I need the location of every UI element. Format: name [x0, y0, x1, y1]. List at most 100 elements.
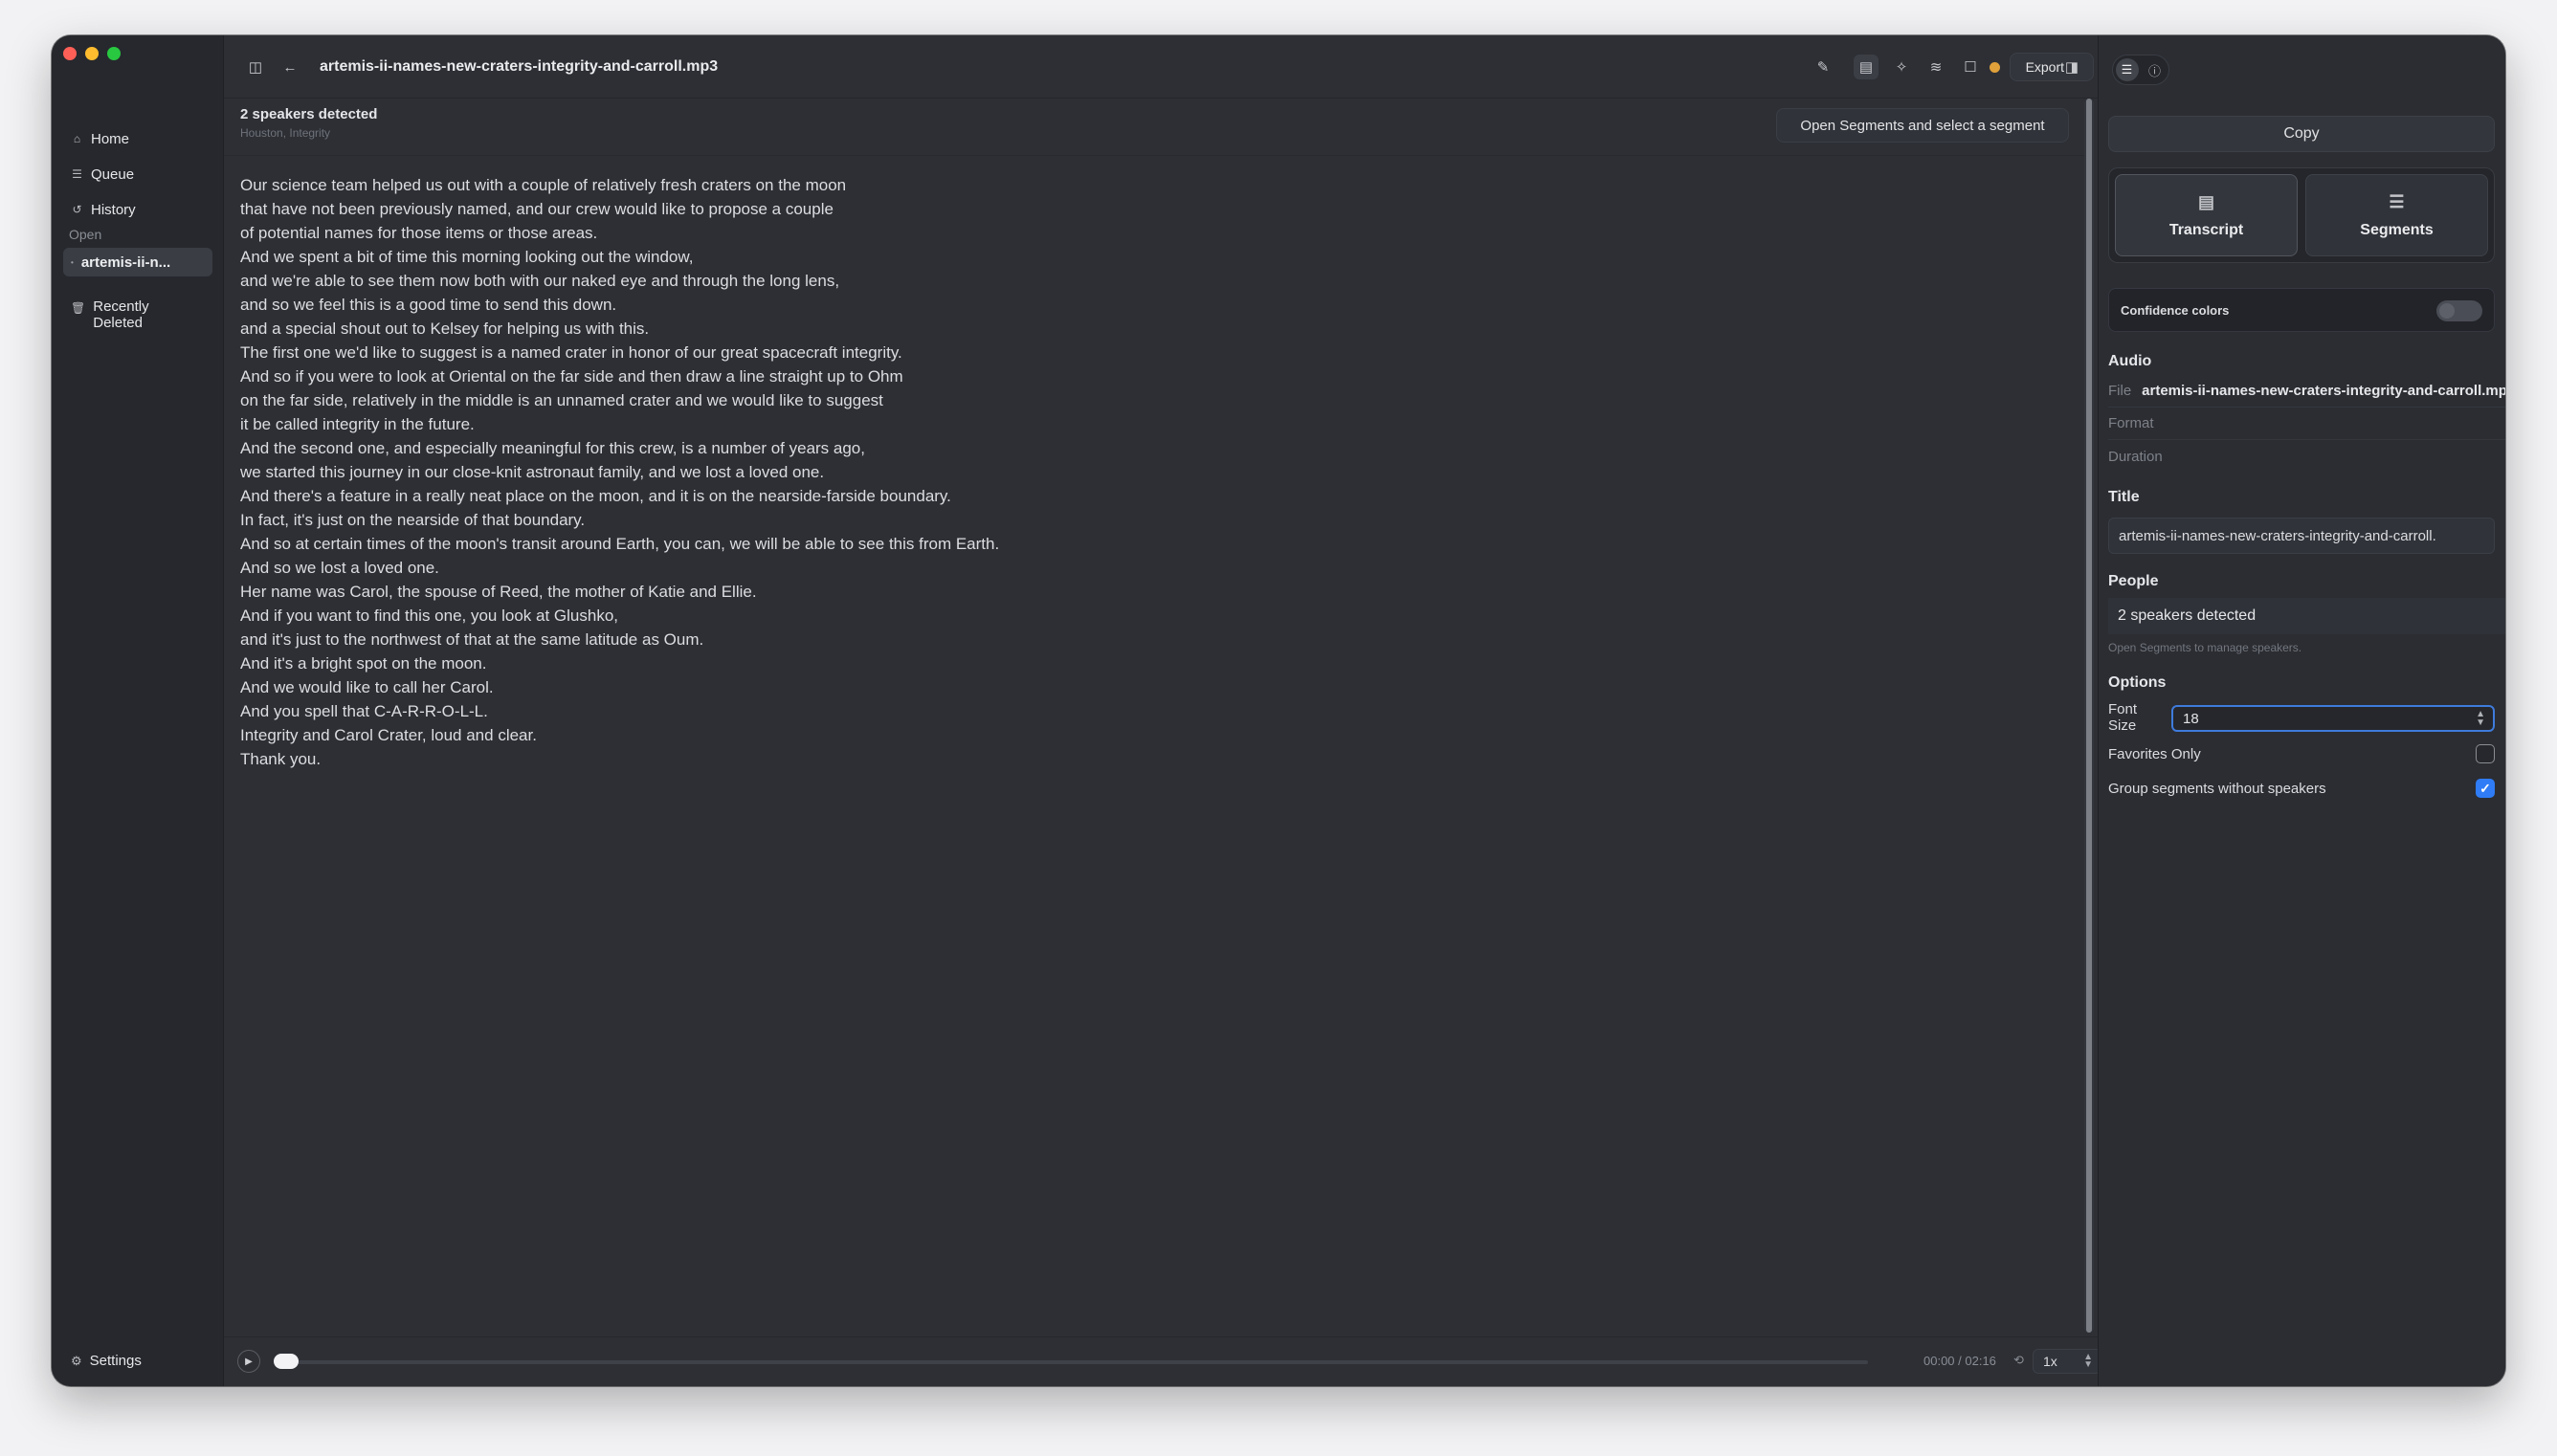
- favorites-only-row: Favorites Only: [2108, 744, 2495, 763]
- open-file-label: artemis-ii-n...: [80, 254, 171, 271]
- confidence-colors-toggle[interactable]: [2436, 300, 2482, 321]
- toggle-inspector-icon[interactable]: ◨: [2059, 55, 2084, 79]
- open-segments-button[interactable]: Open Segments and select a segment: [1776, 108, 2069, 143]
- transcript-line[interactable]: And if you want to find this one, you lo…: [240, 604, 2039, 628]
- pencil-icon[interactable]: ✎: [1811, 55, 1835, 79]
- transcript-line[interactable]: And it's a bright spot on the moon.: [240, 651, 2039, 675]
- play-icon[interactable]: ▶: [237, 1350, 260, 1373]
- file-value: artemis-ii-names-new-craters-integrity-a…: [2142, 383, 2505, 399]
- sidebar-item-history[interactable]: ↺ History: [61, 197, 214, 222]
- sidebar-item-label: History: [91, 201, 136, 218]
- toggle-sidebar-icon[interactable]: ◫: [243, 55, 268, 79]
- transcript-line[interactable]: And we spent a bit of time this morning …: [240, 245, 2039, 269]
- duration-key: Duration: [2108, 448, 2163, 465]
- filter-icon[interactable]: ≋: [1923, 55, 1948, 79]
- transcript-line[interactable]: And so if you were to look at Oriental o…: [240, 364, 2039, 388]
- transcript-line[interactable]: Integrity and Carol Crater, loud and cle…: [240, 723, 2039, 747]
- inspector-panel: ☰ ⓘ Copy ▤ Transcript ☰ Segments Confide…: [2098, 35, 2505, 1386]
- sidebar-item-open-file[interactable]: • artemis-ii-n...: [63, 248, 212, 276]
- transcript-line[interactable]: The first one we'd like to suggest is a …: [240, 341, 2039, 364]
- sidebar-item-settings[interactable]: ⚙ Settings: [71, 1353, 142, 1369]
- transcript-line[interactable]: Her name was Carol, the spouse of Reed, …: [240, 580, 2039, 604]
- transcript-text[interactable]: Our science team helped us out with a co…: [240, 173, 2039, 771]
- font-size-label: Font Size: [2108, 701, 2138, 734]
- transcript-line[interactable]: and a special shout out to Kelsey for he…: [240, 317, 2039, 341]
- title-input[interactable]: artemis-ii-names-new-craters-integrity-a…: [2108, 518, 2495, 554]
- people-summary: 2 speakers detected: [2108, 598, 2505, 634]
- copy-button[interactable]: Copy: [2108, 116, 2495, 152]
- group-segments-label: Group segments without speakers: [2108, 780, 2326, 797]
- zoom-window-button[interactable]: [107, 47, 121, 60]
- transcript-line[interactable]: And so we lost a loved one.: [240, 556, 2039, 580]
- format-key: Format: [2108, 415, 2154, 431]
- playback-slider-knob[interactable]: [274, 1354, 299, 1369]
- confidence-colors-label: Confidence colors: [2121, 302, 2230, 318]
- transcript-line[interactable]: on the far side, relatively in the middl…: [240, 388, 2039, 412]
- confidence-colors-row: Confidence colors: [2108, 288, 2495, 332]
- transcript-view-label: Transcript: [2168, 221, 2244, 238]
- transcript-line[interactable]: In fact, it's just on the nearside of th…: [240, 508, 2039, 532]
- transcript-line[interactable]: we started this journey in our close-kni…: [240, 460, 2039, 484]
- transcript-line[interactable]: And we would like to call her Carol.: [240, 675, 2039, 699]
- favorites-only-checkbox[interactable]: [2476, 744, 2495, 763]
- recently-deleted-label: Recently Deleted: [93, 298, 149, 331]
- sidebar-item-label: Queue: [91, 165, 135, 183]
- sidebar-item-recently-deleted[interactable]: 🗑 Recently Deleted: [71, 298, 214, 331]
- bullet-icon: •: [71, 257, 74, 267]
- options-heading: Options: [2108, 674, 2167, 691]
- list-icon[interactable]: ☰: [2115, 58, 2139, 81]
- app-window: ⌂ Home ☰ Queue ↺ History Open • artemis-…: [52, 35, 2505, 1386]
- minimize-window-button[interactable]: [85, 47, 99, 60]
- sliders-icon: ⚙: [71, 1353, 82, 1368]
- sparkles-icon[interactable]: ✧: [1889, 55, 1914, 79]
- transcript-line[interactable]: Thank you.: [240, 747, 2039, 771]
- audio-heading: Audio: [2108, 353, 2152, 369]
- document-icon: ▤: [2197, 191, 2214, 211]
- transcript-view-button[interactable]: ▤ Transcript: [2115, 174, 2298, 256]
- home-icon: ⌂: [73, 131, 81, 145]
- transcript-line[interactable]: of potential names for those items or th…: [240, 221, 2039, 245]
- group-segments-checkbox[interactable]: ✓: [2476, 779, 2495, 798]
- transcript-line[interactable]: and we're able to see them now both with…: [240, 269, 2039, 293]
- list-icon: ☰: [2389, 191, 2405, 211]
- chat-bubble-icon[interactable]: ☐: [1958, 55, 1983, 79]
- document-icon[interactable]: ▤: [1854, 55, 1879, 79]
- loop-icon[interactable]: ⟲: [2013, 1353, 2024, 1368]
- status-dot: [1990, 62, 2000, 73]
- transcript-line[interactable]: that have not been previously named, and…: [240, 197, 2039, 221]
- sidebar-item-home[interactable]: ⌂ Home: [61, 126, 214, 151]
- playback-speed-select[interactable]: 1x ▲ ▼: [2033, 1349, 2101, 1374]
- toolbar: ◫ ← artemis-ii-names-new-craters-integri…: [224, 35, 2098, 99]
- transcript-line[interactable]: And you spell that C-A-R-R-O-L-L.: [240, 699, 2039, 723]
- settings-label: Settings: [89, 1353, 142, 1369]
- sidebar-item-label: Home: [91, 130, 130, 147]
- transcript-line[interactable]: Our science team helped us out with a co…: [240, 173, 2039, 197]
- playback-time: 00:00 / 02:16: [1923, 1354, 1996, 1368]
- people-note: Open Segments to manage speakers.: [2108, 641, 2302, 654]
- playback-speed-value: 1x: [2043, 1354, 2057, 1369]
- segments-view-button[interactable]: ☰ Segments: [2305, 174, 2488, 256]
- font-size-select[interactable]: 18 ▲ ▼: [2171, 705, 2495, 732]
- playback-slider[interactable]: [279, 1360, 1868, 1364]
- transcript-line[interactable]: and so we feel this is a good time to se…: [240, 293, 2039, 317]
- transcript-line[interactable]: And there's a feature in a really neat p…: [240, 484, 2039, 508]
- close-window-button[interactable]: [63, 47, 77, 60]
- transcript-line[interactable]: And the second one, and especially meani…: [240, 436, 2039, 460]
- queue-icon: ☰: [72, 166, 82, 181]
- open-section-label: Open: [69, 227, 102, 242]
- transcript-line[interactable]: And so at certain times of the moon's tr…: [240, 532, 2039, 556]
- file-row: File artemis-ii-names-new-craters-integr…: [2108, 375, 2505, 408]
- sidebar: ⌂ Home ☰ Queue ↺ History Open • artemis-…: [52, 35, 224, 1386]
- favorites-only-label: Favorites Only: [2108, 745, 2201, 762]
- transcript-line[interactable]: and it's just to the northwest of that a…: [240, 628, 2039, 651]
- scrollbar-thumb[interactable]: [2086, 99, 2092, 1333]
- sidebar-item-queue[interactable]: ☰ Queue: [61, 162, 214, 187]
- view-picker: ▤ Transcript ☰ Segments: [2108, 167, 2495, 263]
- group-segments-row: Group segments without speakers ✓: [2108, 779, 2495, 798]
- file-title: artemis-ii-names-new-craters-integrity-a…: [320, 58, 719, 75]
- transcript-line[interactable]: it be called integrity in the future.: [240, 412, 2039, 436]
- info-icon[interactable]: ⓘ: [2144, 58, 2167, 81]
- audio-player: ▶ 00:00 / 02:16 ⟲ 1x ▲▼ ✕: [224, 1336, 2132, 1386]
- back-arrow-icon[interactable]: ←: [278, 55, 302, 79]
- stepper-icon: ▲ ▼: [2083, 1352, 2093, 1370]
